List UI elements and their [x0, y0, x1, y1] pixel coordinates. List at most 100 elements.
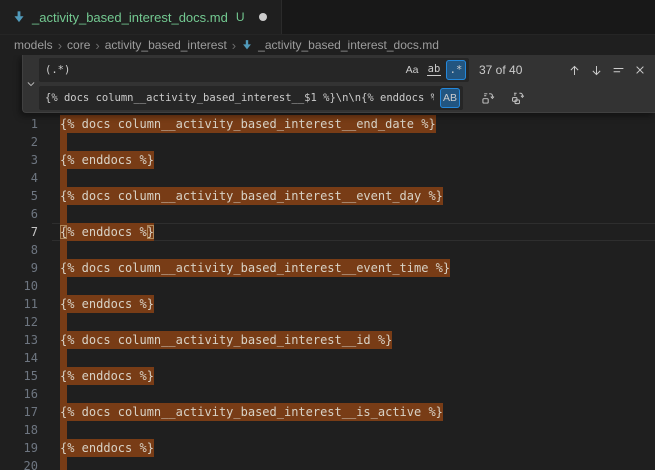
line-number: 17 [0, 403, 52, 421]
line-number: 2 [0, 133, 52, 151]
replace-input[interactable] [39, 92, 440, 104]
line-content [52, 169, 655, 187]
arrow-down-icon [590, 64, 603, 77]
empty-line-match-highlight [60, 313, 67, 331]
previous-match-button[interactable] [563, 59, 585, 81]
line-number: 15 [0, 367, 52, 385]
whole-word-glyph: ab [427, 64, 442, 76]
tab-filename: _activity_based_interest_docs.md [32, 10, 228, 25]
editor-line[interactable]: 7{% enddocs %} [0, 223, 655, 241]
breadcrumb-item-models[interactable]: models [14, 38, 53, 52]
breadcrumb-separator: › [232, 38, 236, 52]
empty-line-match-highlight [60, 385, 67, 403]
line-content: {% docs column__activity_based_interest_… [52, 331, 655, 349]
editor-line[interactable]: 16 [0, 385, 655, 403]
editor-line[interactable]: 11 {% enddocs %} [0, 295, 655, 313]
breadcrumb-item-folder[interactable]: activity_based_interest [105, 38, 227, 52]
line-number: 11 [0, 295, 52, 313]
line-content [52, 349, 655, 367]
breadcrumb-separator: › [95, 38, 99, 52]
replace-icon [481, 91, 495, 105]
find-match-highlight: {% enddocs %} [60, 367, 154, 385]
arrow-up-icon [568, 64, 581, 77]
empty-line-match-highlight [60, 205, 67, 223]
bracket-match: { [60, 225, 67, 239]
line-content [52, 421, 655, 439]
editor-line[interactable]: 15 {% enddocs %} [0, 367, 655, 385]
line-number: 9 [0, 259, 52, 277]
line-number: 20 [0, 457, 52, 470]
editor-line[interactable]: 12 [0, 313, 655, 331]
line-number: 13 [0, 331, 52, 349]
unsaved-changes-indicator[interactable] [259, 13, 267, 21]
editor-line[interactable]: 9{% docs column__activity_based_interest… [0, 259, 655, 277]
preserve-case-toggle[interactable]: AB [440, 88, 460, 108]
find-row: Aa ab .* 37 of 40 [39, 58, 651, 82]
find-match-highlight: {% docs column__activity_based_interest_… [60, 187, 443, 205]
editor-line[interactable]: 5 {% docs column__activity_based_interest… [0, 187, 655, 205]
editor-line[interactable]: 10 [0, 277, 655, 295]
selection-icon [612, 64, 625, 77]
match-case-toggle[interactable]: Aa [402, 60, 422, 80]
editor-tab[interactable]: _activity_based_interest_docs.md U [0, 0, 282, 34]
next-match-button[interactable] [585, 59, 607, 81]
find-in-selection-button[interactable] [607, 59, 629, 81]
editor-line[interactable]: 20 [0, 457, 655, 470]
line-number: 10 [0, 277, 52, 295]
empty-line-match-highlight [60, 169, 67, 187]
line-content [52, 457, 655, 470]
editor-line[interactable]: 18 [0, 421, 655, 439]
editor[interactable]: Aa ab .* 37 of 40 [0, 55, 655, 470]
find-match-highlight: {% enddocs %} [60, 151, 154, 169]
replace-all-button[interactable] [507, 87, 529, 109]
markdown-file-icon [12, 10, 26, 24]
line-number: 18 [0, 421, 52, 439]
match-count: 37 of 40 [479, 63, 522, 77]
find-match-highlight: {% docs column__activity_based_interest_… [60, 331, 392, 349]
editor-line[interactable]: 4 [0, 169, 655, 187]
line-content: {% enddocs %} [52, 151, 655, 169]
line-content [52, 241, 655, 259]
find-match-highlight: {% docs column__activity_based_interest_… [60, 115, 436, 133]
breadcrumb-separator: › [58, 38, 62, 52]
editor-line[interactable]: 3{% enddocs %} [0, 151, 655, 169]
editor-line[interactable]: 19{% enddocs %} [0, 439, 655, 457]
editor-line[interactable]: 2 [0, 133, 655, 151]
line-number: 8 [0, 241, 52, 259]
line-content: {% docs column__activity_based_interest_… [52, 115, 655, 133]
breadcrumb-item-core[interactable]: core [67, 38, 90, 52]
line-number: 12 [0, 313, 52, 331]
chevron-down-icon [26, 79, 36, 89]
whole-word-toggle[interactable]: ab [424, 60, 444, 80]
line-number: 19 [0, 439, 52, 457]
editor-line[interactable]: 8 [0, 241, 655, 259]
regex-toggle[interactable]: .* [446, 60, 466, 80]
editor-line[interactable]: 1{% docs column__activity_based_interest… [0, 115, 655, 133]
git-status-badge: U [236, 10, 245, 24]
find-input[interactable] [39, 64, 402, 76]
line-content: {% enddocs %} [52, 367, 655, 385]
find-match-highlight: {% enddocs %} [60, 295, 154, 313]
editor-line[interactable]: 14 [0, 349, 655, 367]
replace-all-icon [511, 91, 525, 105]
replace-button[interactable] [477, 87, 499, 109]
toggle-replace-button[interactable] [23, 55, 39, 112]
editor-line[interactable]: 6 [0, 205, 655, 223]
code-lines: 1{% docs column__activity_based_interest… [0, 115, 655, 470]
find-match-highlight: {% enddocs %} [60, 223, 154, 241]
empty-line-match-highlight [60, 421, 67, 439]
editor-line[interactable]: 17{% docs column__activity_based_interes… [0, 403, 655, 421]
breadcrumb-item-file[interactable]: _activity_based_interest_docs.md [258, 38, 439, 52]
close-find-button[interactable] [629, 59, 651, 81]
line-content [52, 277, 655, 295]
line-number: 5 [0, 187, 52, 205]
replace-input-wrap: AB [39, 86, 463, 110]
empty-line-match-highlight [60, 241, 67, 259]
line-content: {% enddocs %} [52, 439, 655, 457]
find-input-wrap: Aa ab .* [39, 58, 469, 82]
empty-line-match-highlight [60, 277, 67, 295]
line-content: {% docs column__activity_based_interest_… [52, 259, 655, 277]
editor-line[interactable]: 13 {% docs column__activity_based_interes… [0, 331, 655, 349]
line-content: {% docs column__activity_based_interest_… [52, 187, 655, 205]
find-replace-widget: Aa ab .* 37 of 40 [22, 55, 655, 113]
